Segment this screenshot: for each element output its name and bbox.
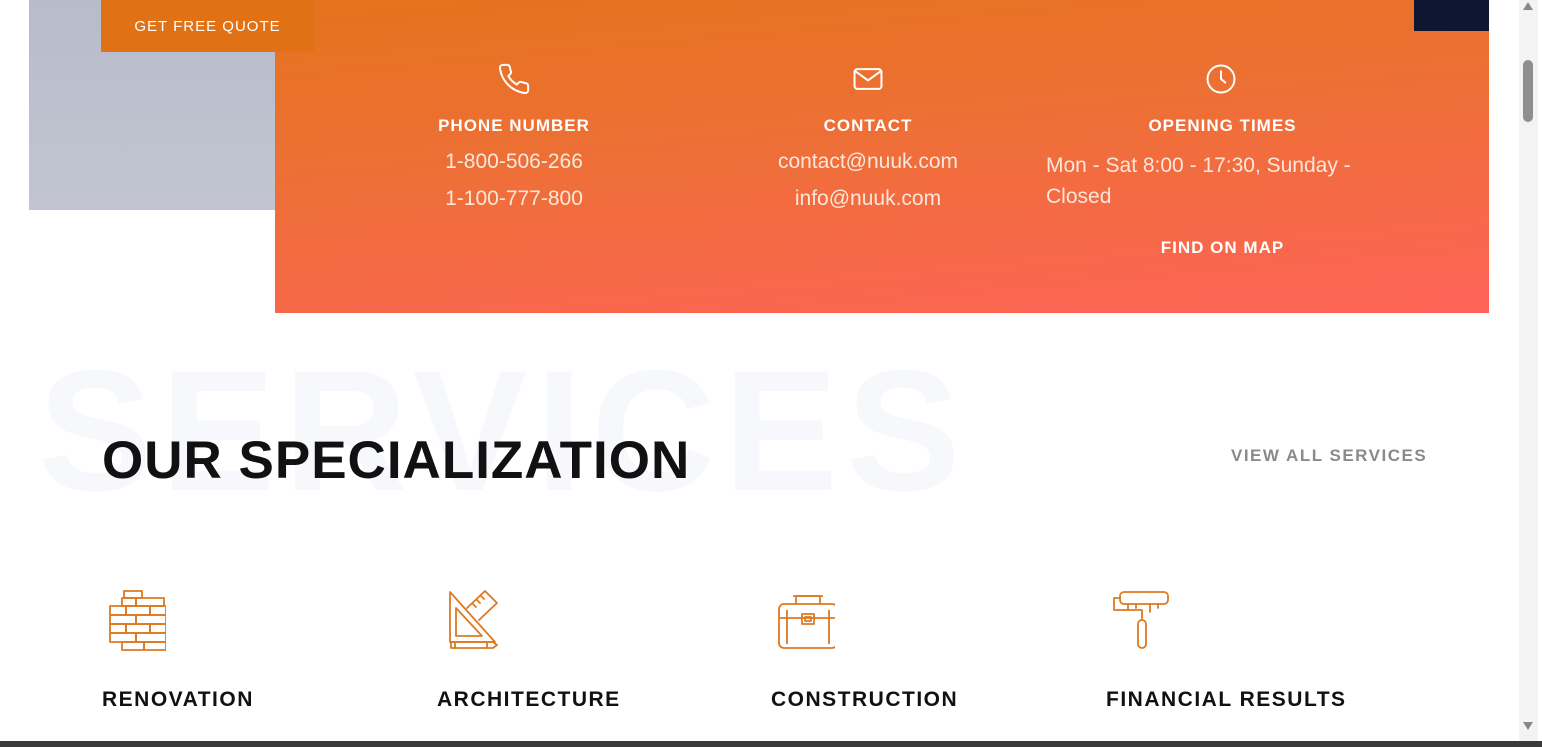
- phone-title: PHONE NUMBER: [438, 116, 590, 135]
- dark-accent-block: [1414, 0, 1489, 31]
- ruler-triangle-icon: [449, 590, 498, 649]
- opening-times-title: OPENING TIMES: [1148, 116, 1297, 135]
- contact-title: CONTACT: [823, 116, 913, 135]
- service-title-financial-results: FINANCIAL RESULTS: [1106, 688, 1347, 711]
- service-title-architecture: ARCHITECTURE: [437, 688, 621, 711]
- contact-email-1[interactable]: contact@nuuk.com: [718, 150, 1018, 174]
- phone-info: PHONE NUMBER 1-800-506-266 1-100-777-800: [364, 62, 664, 211]
- section-title: OUR SPECIALIZATION: [102, 431, 691, 490]
- get-free-quote-button[interactable]: GET FREE QUOTE: [101, 0, 314, 52]
- find-on-map-link[interactable]: FIND ON MAP: [1046, 238, 1399, 258]
- phone-number-2[interactable]: 1-100-777-800: [364, 187, 664, 211]
- contact-email-2[interactable]: info@nuuk.com: [718, 187, 1018, 211]
- bricks-icon: [109, 590, 167, 651]
- page: GET FREE QUOTE PHONE NUMBER 1-800-506-26…: [0, 0, 1542, 747]
- mail-icon: [853, 68, 883, 90]
- window-bottom-border: [0, 741, 1542, 747]
- phone-number-1[interactable]: 1-800-506-266: [364, 150, 664, 174]
- scroll-thumb[interactable]: [1523, 60, 1533, 122]
- service-renovation[interactable]: RENOVATION: [102, 586, 252, 711]
- service-title-renovation: RENOVATION: [102, 688, 254, 711]
- opening-times-text: Mon - Sat 8:00 - 17:30, Sunday - Closed: [1046, 154, 1351, 208]
- scroll-down-arrow-icon[interactable]: [1523, 722, 1533, 730]
- scroll-up-arrow-icon[interactable]: [1523, 2, 1533, 10]
- service-title-construction: CONSTRUCTION: [771, 688, 959, 711]
- service-architecture[interactable]: ARCHITECTURE: [437, 586, 619, 711]
- phone-icon: [498, 63, 530, 95]
- opening-times-info: OPENING TIMES Mon - Sat 8:00 - 17:30, Su…: [1046, 62, 1376, 258]
- paint-roller-icon: [1113, 591, 1169, 649]
- service-construction[interactable]: CONSTRUCTION: [771, 586, 957, 711]
- contact-info: CONTACT contact@nuuk.com info@nuuk.com: [718, 62, 1018, 211]
- view-all-services-link[interactable]: VIEW ALL SERVICES: [1231, 446, 1427, 466]
- page-scrollbar[interactable]: [1519, 0, 1538, 741]
- clock-icon: [1206, 64, 1236, 94]
- service-financial-results[interactable]: FINANCIAL RESULTS: [1106, 586, 1345, 711]
- toolbox-icon: [778, 595, 838, 649]
